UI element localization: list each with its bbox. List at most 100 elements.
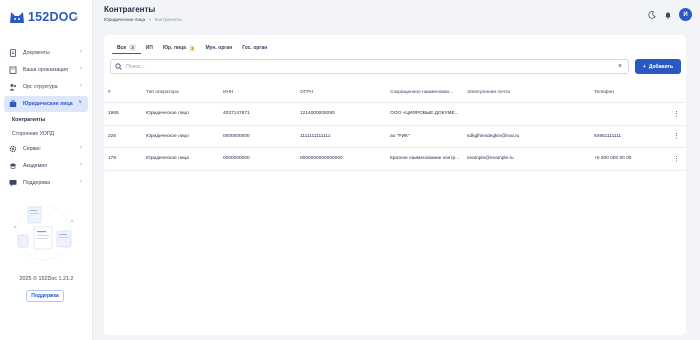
chevron-right-icon: › [80, 145, 82, 151]
row-menu-icon[interactable]: ⋮ [673, 148, 680, 170]
add-button-label: Добавить [648, 63, 674, 70]
sidebar-subitem-third-party[interactable]: Сторонние УОПД [4, 127, 88, 141]
cell-inn: 0000000000 [223, 156, 250, 162]
cell-short-name: ООО «ЦИФРОВЫЕ ДОКУМЕ... [390, 111, 459, 117]
sidebar-subitem-counterparties[interactable]: Контрагенты [4, 113, 88, 127]
cell-short-name: ао "РИК" [390, 133, 410, 139]
breadcrumb-separator: • [149, 17, 151, 22]
table-header-row: # Тип оператора ИНН ОГРН Сокращенное наи… [104, 82, 686, 103]
cell-ogrn: 1111111111111 [300, 133, 331, 139]
column-header[interactable]: Электронная почта [467, 82, 592, 102]
tab-count-badge: 3 [129, 44, 136, 51]
theme-toggle-moon-icon[interactable] [647, 10, 657, 20]
breadcrumb-link[interactable]: Юридические лица [104, 17, 145, 22]
sidebar-item-label: Академия [23, 162, 47, 169]
search-input[interactable] [126, 63, 606, 70]
avatar[interactable]: И [679, 8, 692, 21]
cell-phone: 84951111111 [594, 133, 622, 139]
tab-label: Все [117, 44, 127, 51]
tab-government[interactable]: Гос. орган [237, 42, 272, 54]
table-row[interactable]: 226 Юридическое лицо 0000000000 11111111… [104, 126, 686, 148]
cell-operator-type: Юридическое лицо [146, 111, 189, 117]
counterparties-table: # Тип оператора ИНН ОГРН Сокращенное наи… [104, 82, 686, 171]
cell-email: sdkglhinsdegkin@mai.ru [467, 133, 520, 139]
graduation-cap-icon [9, 162, 17, 169]
building-icon [9, 66, 17, 74]
column-header[interactable]: ОГРН [300, 82, 388, 102]
document-icon [10, 48, 16, 57]
add-button[interactable]: + Добавить [635, 59, 681, 74]
tab-municipal[interactable]: Мун. орган [200, 42, 237, 54]
search-bar: × [110, 59, 629, 74]
page-title: Контрагенты [104, 5, 156, 14]
sidebar-item-label: Орг. структура [23, 83, 58, 90]
tab-label: ИП [145, 45, 153, 51]
sidebar-item-label: Сервис [23, 145, 41, 152]
sidebar: 152DOC « Документы › Ваша организация › … [0, 0, 93, 340]
chevron-right-icon: › [80, 66, 82, 72]
row-menu-icon[interactable]: ⋮ [673, 126, 680, 148]
column-header[interactable]: # [108, 82, 144, 102]
column-header[interactable]: ИНН [223, 82, 298, 102]
breadcrumb-current: Контрагенты [154, 17, 182, 22]
notification-bell-icon[interactable] [663, 10, 673, 20]
tab-all[interactable]: Все 3 [112, 42, 141, 54]
header-actions: И [647, 8, 692, 21]
tab-count-badge: 3 [188, 44, 196, 52]
logo-text: 152DOC [28, 10, 78, 24]
cell-phone: +0 000 000 00 00 [594, 156, 632, 162]
cell-ogrn: 0000000000000000 [300, 156, 343, 162]
sidebar-item-organization[interactable]: Ваша организация › [4, 62, 88, 78]
tab-label: Юр. лица [162, 45, 186, 51]
chevron-right-icon: › [80, 49, 82, 55]
table-row[interactable]: 1965 Юридическое лицо 4027147671 1214000… [104, 103, 686, 126]
copyright-text: 2025 © 152Doc 1.21.2 [19, 276, 74, 282]
logo[interactable]: 152DOC [9, 9, 78, 25]
tab-ip[interactable]: ИП [141, 42, 158, 54]
sidebar-item-academy[interactable]: Академия › [4, 158, 88, 174]
cell-id: 178 [108, 156, 117, 162]
chevron-right-icon: › [80, 179, 82, 185]
tab-legal-entities[interactable]: Юр. лица 3 [158, 42, 201, 54]
search-icon [115, 63, 122, 70]
sidebar-item-label: Ваша организация [23, 66, 68, 73]
filter-tabs: Все 3 ИП Юр. лица 3 Мун. орган Гос. орга… [112, 42, 272, 54]
chevron-down-icon: ˅ [78, 100, 82, 106]
documents-illustration [13, 205, 74, 261]
cell-id: 226 [108, 133, 117, 139]
cell-inn: 4027147671 [223, 111, 250, 117]
cell-email [467, 103, 592, 125]
sidebar-item-org-structure[interactable]: Орг. структура › [4, 79, 88, 95]
sidebar-item-documents[interactable]: Документы › [4, 45, 88, 61]
cell-inn: 0000000000 [223, 133, 250, 139]
sidebar-item-service[interactable]: Сервис › [4, 141, 88, 157]
sidebar-item-label: Поддержка [23, 179, 51, 186]
cell-ogrn: 1214000009280 [300, 111, 335, 117]
tab-label: Гос. орган [242, 45, 268, 51]
cell-phone [594, 103, 669, 125]
collapse-sidebar-icon[interactable]: « [74, 13, 78, 22]
cell-operator-type: Юридическое лица [146, 156, 189, 162]
counterparties-card: Все 3 ИП Юр. лица 3 Мун. орган Гос. орга… [104, 35, 686, 335]
plus-icon: + [642, 63, 646, 70]
sidebar-item-legal-entities[interactable]: Юридические лица ˅ [4, 96, 88, 112]
support-button[interactable]: Поддержка [26, 290, 64, 302]
cell-id: 1965 [108, 111, 119, 117]
sidebar-item-support[interactable]: Поддержка › [4, 175, 88, 191]
chat-icon [9, 179, 17, 187]
tab-label: Мун. орган [205, 45, 233, 51]
cell-email: example@example.ru [467, 156, 514, 162]
row-menu-icon[interactable]: ⋮ [673, 103, 680, 125]
cell-short-name: Краткое наименование контр... [390, 156, 460, 162]
sidebar-item-label: Документы [23, 49, 50, 56]
column-header[interactable]: Телефон [594, 82, 669, 102]
legal-entity-icon [9, 100, 17, 107]
clear-search-icon[interactable]: × [618, 63, 622, 70]
people-icon [9, 83, 16, 91]
chevron-right-icon: › [80, 83, 82, 89]
cell-operator-type: Юридическое лицо [146, 133, 189, 139]
gear-icon [9, 145, 17, 152]
column-header[interactable]: Сокращенное наименован... [390, 82, 462, 102]
column-header[interactable]: Тип оператора [146, 82, 221, 102]
table-row[interactable]: 178 Юридическое лица 0000000000 00000000… [104, 148, 686, 171]
